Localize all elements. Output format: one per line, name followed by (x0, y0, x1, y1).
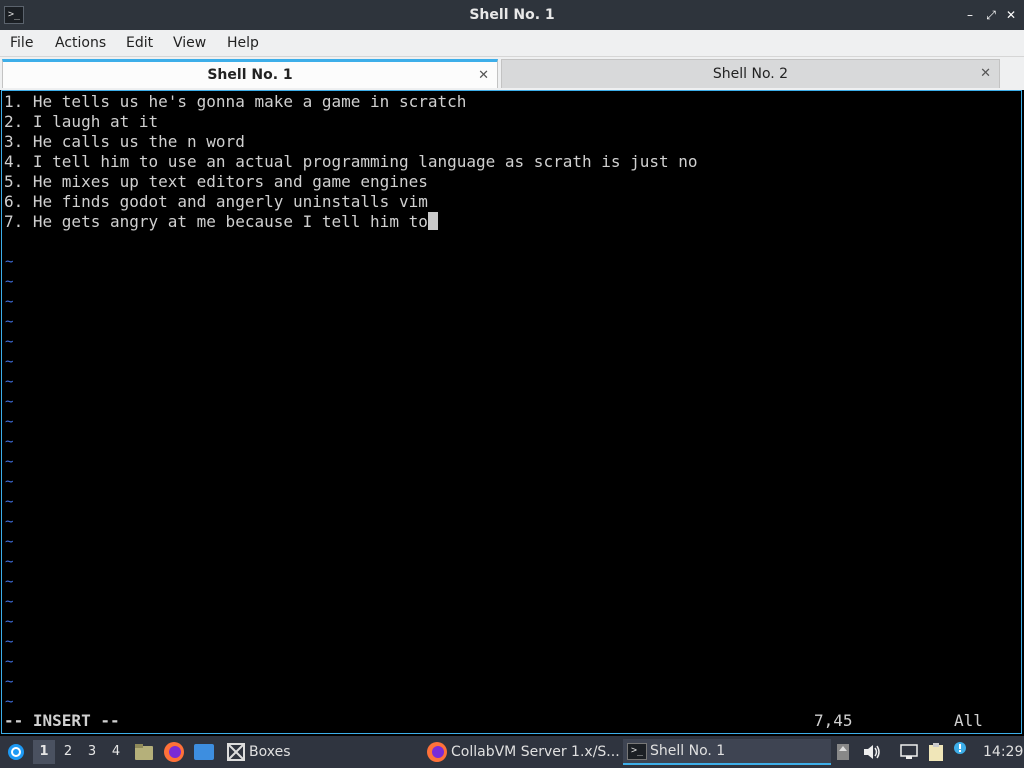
empty-line-tilde: ~ (5, 354, 14, 370)
network-icon[interactable] (899, 743, 919, 761)
empty-line-tilde: ~ (5, 254, 14, 270)
task-collabvm[interactable]: CollabVM Server 1.x/S... (451, 736, 620, 768)
workspace-3[interactable]: 3 (81, 740, 103, 764)
vim-status-line: -- INSERT -- 7,45 All (4, 711, 1019, 731)
clipboard-icon[interactable] (927, 742, 945, 762)
insert-mode-indicator: -- INSERT -- (4, 711, 120, 730)
empty-line-tilde: ~ (5, 374, 14, 390)
terminal-line-text: 7. He gets angry at me because I tell hi… (4, 212, 428, 231)
menu-help[interactable]: Help (227, 30, 259, 56)
window-titlebar: >_ Shell No. 1 – ⤢ ✕ (0, 0, 1024, 30)
notification-icon[interactable] (953, 741, 967, 755)
empty-line-tilde: ~ (5, 434, 14, 450)
tab-shell-2[interactable]: Shell No. 2 ✕ (501, 59, 1000, 88)
start-menu-icon[interactable] (7, 743, 25, 761)
taskbar: 1 2 3 4 Boxes CollabVM Server 1.x/S... >… (0, 736, 1024, 768)
empty-line-tilde: ~ (5, 514, 14, 530)
empty-line-tilde: ~ (5, 574, 14, 590)
terminal-line: 1. He tells us he's gonna make a game in… (4, 92, 467, 111)
terminal-line: 3. He calls us the n word (4, 132, 245, 151)
empty-line-tilde: ~ (5, 454, 14, 470)
scroll-indicator: All (954, 711, 983, 730)
firefox-icon[interactable] (163, 741, 185, 763)
file-manager-icon[interactable] (134, 742, 154, 762)
menu-bar: File Actions Edit View Help (0, 30, 1024, 57)
empty-line-tilde: ~ (5, 274, 14, 290)
menu-edit[interactable]: Edit (126, 30, 153, 56)
desktop-icon[interactable] (193, 743, 215, 761)
empty-line-tilde: ~ (5, 394, 14, 410)
task-label: Shell No. 1 (650, 743, 726, 759)
menu-view[interactable]: View (173, 30, 206, 56)
terminal-line: 6. He finds godot and angerly uninstalls… (4, 192, 428, 211)
tab-label: Shell No. 1 (207, 67, 293, 83)
empty-line-tilde: ~ (5, 634, 14, 650)
minimize-icon[interactable]: – (962, 7, 978, 23)
workspace-2[interactable]: 2 (57, 740, 79, 764)
updates-icon[interactable] (836, 743, 850, 761)
cursor-position: 7,45 (814, 711, 853, 730)
terminal-icon: >_ (627, 743, 647, 760)
empty-line-tilde: ~ (5, 694, 14, 710)
text-cursor (427, 212, 438, 230)
empty-line-tilde: ~ (5, 594, 14, 610)
firefox-icon[interactable] (426, 741, 448, 763)
tab-close-icon[interactable]: ✕ (478, 68, 489, 84)
terminal-line: 5. He mixes up text editors and game eng… (4, 172, 428, 191)
empty-line-tilde: ~ (5, 414, 14, 430)
menu-actions[interactable]: Actions (55, 30, 106, 56)
empty-line-tilde: ~ (5, 654, 14, 670)
empty-line-tilde: ~ (5, 494, 14, 510)
close-icon[interactable]: ✕ (1003, 7, 1019, 23)
empty-line-tilde: ~ (5, 614, 14, 630)
workspace-1[interactable]: 1 (33, 740, 55, 764)
terminal-line: 4. I tell him to use an actual programmi… (4, 152, 698, 171)
menu-file[interactable]: File (10, 30, 33, 56)
empty-line-tilde: ~ (5, 314, 14, 330)
clock: 14:29 (983, 744, 1024, 760)
empty-line-tilde: ~ (5, 334, 14, 350)
empty-line-tilde: ~ (5, 534, 14, 550)
window-title: Shell No. 1 (469, 7, 555, 23)
terminal-line: 2. I laugh at it (4, 112, 159, 131)
terminal-line-current: 7. He gets angry at me because I tell hi… (4, 212, 438, 232)
tab-bar: Shell No. 1 ✕ Shell No. 2 ✕ (0, 57, 1024, 90)
volume-icon[interactable] (862, 743, 882, 761)
tab-close-icon[interactable]: ✕ (980, 66, 991, 82)
maximize-icon[interactable]: ⤢ (983, 7, 999, 23)
boxes-icon[interactable] (226, 742, 246, 762)
empty-line-tilde: ~ (5, 474, 14, 490)
tab-shell-1[interactable]: Shell No. 1 ✕ (2, 59, 498, 88)
workspace-4[interactable]: 4 (105, 740, 127, 764)
terminal-view[interactable]: 1. He tells us he's gonna make a game in… (1, 90, 1022, 734)
tab-label: Shell No. 2 (712, 66, 789, 82)
task-boxes[interactable]: Boxes (249, 736, 291, 768)
task-shell-active[interactable]: >_ Shell No. 1 (623, 739, 831, 765)
empty-line-tilde: ~ (5, 554, 14, 570)
empty-line-tilde: ~ (5, 294, 14, 310)
empty-line-tilde: ~ (5, 674, 14, 690)
